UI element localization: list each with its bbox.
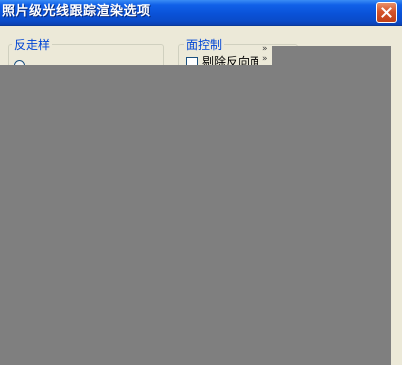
- face-control-group-label: 面控制: [184, 38, 225, 52]
- dialog-body-right-edge: [391, 46, 402, 365]
- close-button[interactable]: [376, 2, 397, 23]
- gray-overlay: [272, 46, 391, 65]
- close-icon: [381, 7, 392, 18]
- gray-overlay: [0, 65, 391, 365]
- window-title: 照片级光线跟踪渲染选项: [2, 4, 151, 19]
- expand-arrow-icon: »: [262, 44, 268, 54]
- antialias-group-label: 反走样: [12, 38, 53, 52]
- expand-arrow-icon: »: [262, 54, 268, 64]
- title-bar: 照片级光线跟踪渲染选项: [0, 0, 402, 26]
- backface-cull-label: 剔除反向面: [202, 55, 258, 65]
